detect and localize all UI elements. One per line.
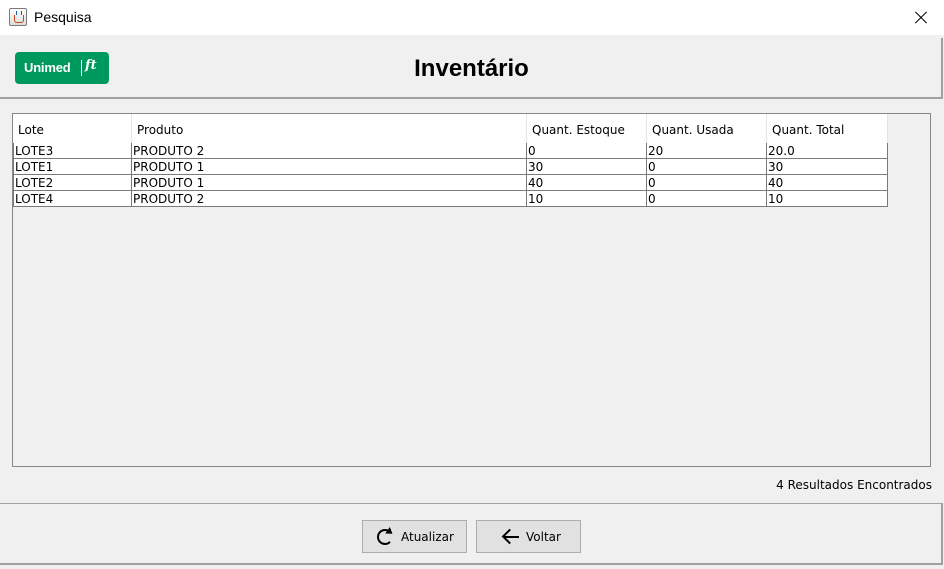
cell-lote[interactable]: LOTE4 (13, 191, 132, 206)
back-button-label: Voltar (526, 529, 561, 544)
cell-quant-estoque[interactable]: 30 (527, 159, 647, 174)
inventory-table: Lote Produto Quant. Estoque Quant. Usada… (13, 114, 888, 207)
cell-quant-estoque[interactable]: 40 (527, 175, 647, 190)
page-title: Inventário (414, 55, 529, 82)
column-header-quant-usada[interactable]: Quant. Usada (647, 114, 767, 143)
results-count: 4 Resultados Encontrados (776, 478, 932, 492)
column-header-quant-estoque[interactable]: Quant. Estoque (527, 114, 647, 143)
column-header-produto[interactable]: Produto (132, 114, 527, 143)
cell-quant-total[interactable]: 20.0 (767, 143, 888, 158)
table-row[interactable]: LOTE1 PRODUTO 1 30 0 30 (13, 159, 888, 175)
arrow-left-icon (501, 528, 519, 546)
cell-quant-total[interactable]: 10 (767, 191, 888, 206)
table-row[interactable]: LOTE3 PRODUTO 2 0 20 20.0 (13, 143, 888, 159)
close-icon[interactable] (898, 0, 944, 35)
header-panel: Unimed ft Inventário (0, 38, 943, 99)
table-row[interactable]: LOTE4 PRODUTO 2 10 0 10 (13, 191, 888, 207)
cell-quant-usada[interactable]: 20 (647, 143, 767, 158)
table-scroll-pane[interactable]: Lote Produto Quant. Estoque Quant. Usada… (12, 113, 931, 467)
cell-produto[interactable]: PRODUTO 2 (132, 143, 527, 158)
cell-lote[interactable]: LOTE3 (13, 143, 132, 158)
cell-quant-total[interactable]: 40 (767, 175, 888, 190)
back-button[interactable]: Voltar (476, 520, 581, 553)
table-header: Lote Produto Quant. Estoque Quant. Usada… (13, 114, 888, 143)
title-bar: Pesquisa (0, 0, 944, 35)
cell-lote[interactable]: LOTE2 (13, 175, 132, 190)
window-title: Pesquisa (34, 9, 92, 25)
footer-panel: Atualizar Voltar (0, 503, 943, 565)
java-cup-icon (9, 8, 27, 26)
refresh-button[interactable]: Atualizar (362, 520, 467, 553)
cell-produto[interactable]: PRODUTO 1 (132, 175, 527, 190)
table-row[interactable]: LOTE2 PRODUTO 1 40 0 40 (13, 175, 888, 191)
refresh-button-label: Atualizar (401, 529, 454, 544)
table-body: LOTE3 PRODUTO 2 0 20 20.0 LOTE1 PRODUTO … (13, 143, 888, 207)
column-header-lote[interactable]: Lote (13, 114, 132, 143)
cell-quant-total[interactable]: 30 (767, 159, 888, 174)
cell-lote[interactable]: LOTE1 (13, 159, 132, 174)
cell-quant-usada[interactable]: 0 (647, 191, 767, 206)
cell-produto[interactable]: PRODUTO 1 (132, 159, 527, 174)
cell-quant-estoque[interactable]: 10 (527, 191, 647, 206)
column-header-quant-total[interactable]: Quant. Total (767, 114, 888, 143)
refresh-icon (376, 528, 394, 546)
cell-quant-estoque[interactable]: 0 (527, 143, 647, 158)
cell-produto[interactable]: PRODUTO 2 (132, 191, 527, 206)
cell-quant-usada[interactable]: 0 (647, 159, 767, 174)
cell-quant-usada[interactable]: 0 (647, 175, 767, 190)
